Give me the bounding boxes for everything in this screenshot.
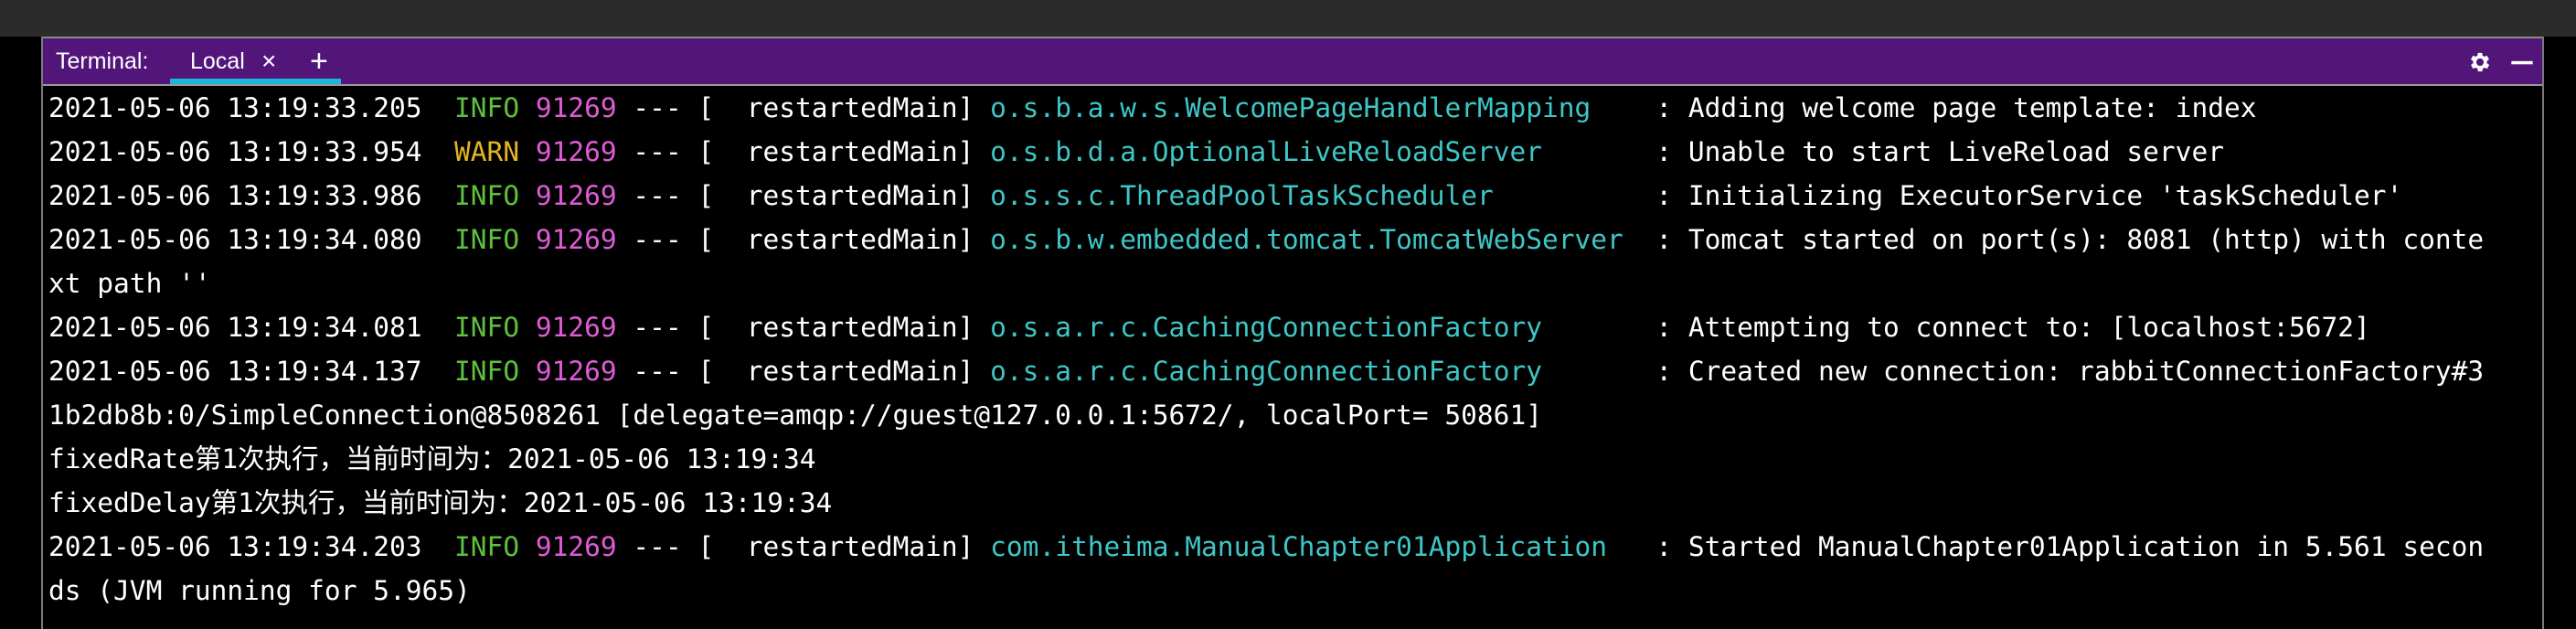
log-pid-gap — [519, 531, 536, 562]
console-line: 2021-05-06 13:19:34.080 INFO 91269 --- [… — [48, 218, 2537, 261]
log-pid-gap — [519, 92, 536, 123]
console-line: 2021-05-06 13:19:34.203 INFO 91269 --- [… — [48, 525, 2537, 569]
log-timestamp: 2021-05-06 13:19:33.954 — [48, 136, 422, 167]
log-thread: --- [ restartedMain] — [616, 136, 991, 167]
console-line: 2021-05-06 13:19:34.137 INFO 91269 --- [… — [48, 349, 2537, 393]
log-pid: 91269 — [535, 224, 617, 255]
log-logger: com.itheima.ManualChapter01Application — [990, 531, 1608, 562]
log-thread: --- [ restartedMain] — [616, 180, 991, 211]
log-pid-gap — [519, 356, 536, 387]
log-message: : Attempting to connect to: [localhost:5… — [1655, 312, 2370, 343]
log-level: WARN — [454, 136, 520, 167]
log-pid: 91269 — [535, 312, 617, 343]
terminal-label: Terminal: — [56, 48, 149, 74]
log-message: : Started ManualChapter01Application in … — [1655, 531, 2485, 562]
log-gap — [422, 92, 455, 123]
log-pad — [1542, 136, 1655, 167]
log-text: xt path '' — [48, 268, 211, 299]
log-pid: 91269 — [535, 356, 617, 387]
log-pid-gap — [519, 180, 536, 211]
terminal-header: Terminal: Local × + — [43, 37, 2542, 86]
log-level: INFO — [454, 180, 520, 211]
log-level: INFO — [454, 356, 520, 387]
log-thread: --- [ restartedMain] — [616, 312, 991, 343]
log-message: : Adding welcome page template: index — [1655, 92, 2257, 123]
log-level: INFO — [454, 531, 520, 562]
log-pad — [1607, 531, 1655, 562]
log-logger: o.s.b.w.embedded.tomcat.TomcatWebServer — [990, 224, 1623, 255]
log-timestamp: 2021-05-06 13:19:33.205 — [48, 92, 422, 123]
log-pid-gap — [519, 224, 536, 255]
log-text: ds (JVM running for 5.965) — [48, 575, 471, 606]
log-text: fixedRate第1次执行，当前时间为：2021-05-06 13:19:34 — [48, 443, 816, 474]
log-logger: o.s.a.r.c.CachingConnectionFactory — [990, 356, 1543, 387]
log-thread: --- [ restartedMain] — [616, 224, 991, 255]
console-line: xt path '' — [48, 261, 2537, 305]
tab-local-label: Local — [190, 48, 245, 74]
log-pid: 91269 — [535, 92, 617, 123]
minimize-icon[interactable] — [2509, 49, 2535, 75]
log-message: : Tomcat started on port(s): 8081 (http)… — [1655, 224, 2485, 255]
log-text: fixedDelay第1次执行，当前时间为：2021-05-06 13:19:3… — [48, 487, 833, 518]
log-message: : Unable to start LiveReload server — [1655, 136, 2224, 167]
log-thread: --- [ restartedMain] — [616, 531, 991, 562]
console-line: 2021-05-06 13:19:33.986 INFO 91269 --- [… — [48, 174, 2537, 218]
log-pid-gap — [519, 312, 536, 343]
log-level: INFO — [454, 92, 520, 123]
log-level: INFO — [454, 224, 520, 255]
log-logger: o.s.a.r.c.CachingConnectionFactory — [990, 312, 1543, 343]
log-timestamp: 2021-05-06 13:19:34.137 — [48, 356, 422, 387]
log-pid: 91269 — [535, 180, 617, 211]
console-line: 2021-05-06 13:19:34.081 INFO 91269 --- [… — [48, 305, 2537, 349]
log-timestamp: 2021-05-06 13:19:33.986 — [48, 180, 422, 211]
log-message: : Created new connection: rabbitConnecti… — [1655, 356, 2485, 387]
log-logger: o.s.b.a.w.s.WelcomePageHandlerMapping — [990, 92, 1591, 123]
log-gap — [422, 180, 455, 211]
log-logger: o.s.s.c.ThreadPoolTaskScheduler — [990, 180, 1494, 211]
log-pid: 91269 — [535, 531, 617, 562]
log-timestamp: 2021-05-06 13:19:34.081 — [48, 312, 422, 343]
log-gap — [422, 312, 455, 343]
close-icon[interactable]: × — [261, 38, 276, 84]
log-pad — [1494, 180, 1656, 211]
terminal-panel: Terminal: Local × + 2021-05-06 13:19:33.… — [41, 37, 2544, 629]
add-tab-icon[interactable]: + — [310, 38, 328, 84]
log-logger: o.s.b.d.a.OptionalLiveReloadServer — [990, 136, 1543, 167]
log-gap — [422, 136, 455, 167]
console-line: ds (JVM running for 5.965) — [48, 569, 2537, 613]
log-pid-gap — [519, 136, 536, 167]
log-pad — [1623, 224, 1656, 255]
console-line: 1b2db8b:0/SimpleConnection@8508261 [dele… — [48, 393, 2537, 437]
log-gap — [422, 224, 455, 255]
console-line: fixedDelay第1次执行，当前时间为：2021-05-06 13:19:3… — [48, 481, 2537, 525]
log-level: INFO — [454, 312, 520, 343]
log-text: 1b2db8b:0/SimpleConnection@8508261 [dele… — [48, 400, 1542, 431]
log-timestamp: 2021-05-06 13:19:34.080 — [48, 224, 422, 255]
gear-icon[interactable] — [2467, 49, 2493, 75]
log-message: : Initializing ExecutorService 'taskSche… — [1655, 180, 2403, 211]
window-top-strip — [0, 0, 2576, 37]
log-thread: --- [ restartedMain] — [616, 356, 991, 387]
console-line: 2021-05-06 13:19:33.954 WARN 91269 --- [… — [48, 130, 2537, 174]
log-pad — [1591, 92, 1655, 123]
log-pid: 91269 — [535, 136, 617, 167]
log-gap — [422, 531, 455, 562]
log-gap — [422, 356, 455, 387]
console-output[interactable]: 2021-05-06 13:19:33.205 INFO 91269 --- [… — [48, 86, 2537, 629]
log-timestamp: 2021-05-06 13:19:34.203 — [48, 531, 422, 562]
log-thread: --- [ restartedMain] — [616, 92, 991, 123]
log-pad — [1542, 312, 1655, 343]
console-line: fixedRate第1次执行，当前时间为：2021-05-06 13:19:34 — [48, 437, 2537, 481]
log-pad — [1542, 356, 1655, 387]
console-line: 2021-05-06 13:19:33.205 INFO 91269 --- [… — [48, 86, 2537, 130]
